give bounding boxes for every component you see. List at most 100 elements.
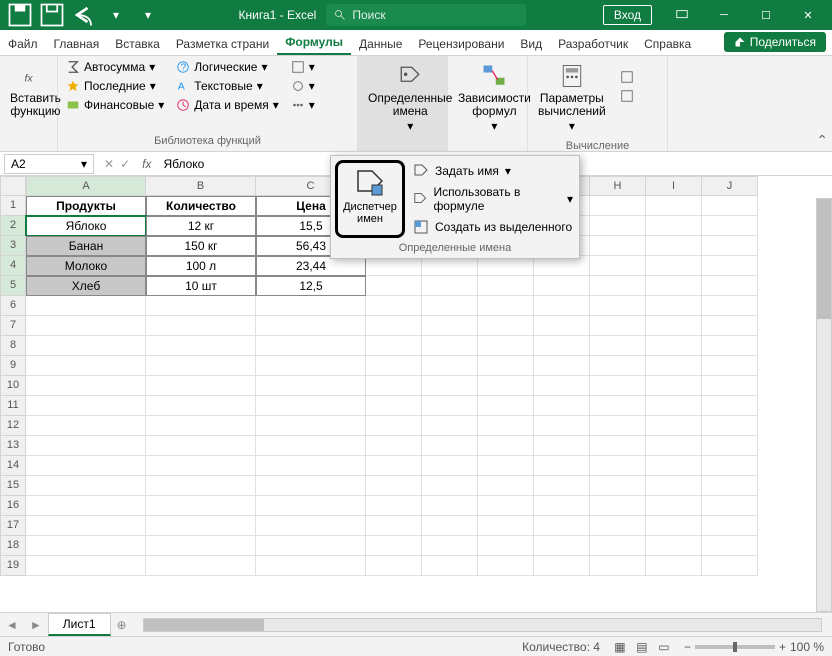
cell[interactable] [366,556,422,576]
cell[interactable] [702,456,758,476]
cell[interactable] [478,276,534,296]
cell[interactable] [366,296,422,316]
cell[interactable]: Продукты [26,196,146,216]
cell[interactable] [590,516,646,536]
cell[interactable] [256,536,366,556]
row-header[interactable]: 14 [0,456,26,476]
close-icon[interactable]: ✕ [788,0,828,30]
cell[interactable] [590,256,646,276]
cell[interactable]: 12 кг [146,216,256,236]
cell[interactable] [422,376,478,396]
cell[interactable] [256,396,366,416]
cell[interactable] [646,296,702,316]
name-manager-button[interactable]: Диспетчер имен [335,160,405,238]
cell[interactable] [534,296,590,316]
search-box[interactable]: Поиск [326,4,526,26]
cell[interactable] [422,296,478,316]
login-button[interactable]: Вход [603,5,652,25]
cell[interactable] [146,296,256,316]
cell[interactable] [646,236,702,256]
cell[interactable] [590,196,646,216]
scroll-thumb[interactable] [817,199,831,319]
cell[interactable] [422,276,478,296]
cell[interactable] [702,336,758,356]
add-sheet-icon[interactable]: ⊕ [111,618,133,632]
cell[interactable] [590,216,646,236]
cancel-icon[interactable]: ✕ [104,157,114,171]
row-header[interactable]: 18 [0,536,26,556]
cell[interactable] [256,436,366,456]
menu-file[interactable]: Файл [0,33,46,55]
cell[interactable] [146,476,256,496]
cell[interactable] [534,276,590,296]
row-header[interactable]: 12 [0,416,26,436]
cell[interactable] [146,416,256,436]
save-icon[interactable] [38,1,66,29]
cell[interactable] [146,496,256,516]
cell[interactable] [534,376,590,396]
cell[interactable] [702,396,758,416]
cell[interactable] [366,256,422,276]
cell[interactable] [478,436,534,456]
cell[interactable] [646,396,702,416]
ribbon-options-icon[interactable] [662,0,702,30]
cell[interactable] [256,296,366,316]
cell[interactable] [478,316,534,336]
cell[interactable] [702,536,758,556]
select-all-corner[interactable] [0,176,26,196]
cell[interactable] [646,256,702,276]
cell[interactable] [702,356,758,376]
cell[interactable] [534,256,590,276]
cell[interactable] [534,336,590,356]
fx-icon[interactable]: fx [142,157,151,171]
cell[interactable] [646,376,702,396]
cell[interactable] [590,436,646,456]
scroll-thumb[interactable] [144,619,264,631]
cell[interactable]: 150 кг [146,236,256,256]
cell[interactable] [478,536,534,556]
cell[interactable] [702,296,758,316]
cell[interactable] [590,496,646,516]
cell[interactable] [646,476,702,496]
cell[interactable] [422,316,478,336]
cell[interactable] [478,416,534,436]
lookup-button[interactable]: ▾ [287,58,319,76]
row-header[interactable]: 17 [0,516,26,536]
cell[interactable] [478,476,534,496]
menu-home[interactable]: Главная [46,33,108,55]
menu-insert[interactable]: Вставка [107,33,168,55]
cell[interactable] [256,336,366,356]
row-header[interactable]: 8 [0,336,26,356]
datetime-button[interactable]: Дата и время ▾ [172,96,282,114]
cell[interactable] [146,336,256,356]
cell[interactable] [422,536,478,556]
recent-button[interactable]: Последние ▾ [62,77,168,95]
cell[interactable] [146,376,256,396]
row-header[interactable]: 4 [0,256,26,276]
cell[interactable] [422,396,478,416]
cell[interactable] [646,456,702,476]
cell[interactable] [590,336,646,356]
cell[interactable] [702,416,758,436]
cell[interactable] [646,416,702,436]
cell[interactable] [422,496,478,516]
cell[interactable] [26,436,146,456]
view-break-icon[interactable]: ▭ [654,639,674,655]
cell[interactable]: Яблоко [26,216,146,236]
row-header[interactable]: 2 [0,216,26,236]
zoom-out-icon[interactable]: − [684,640,691,654]
autosave-icon[interactable] [6,1,34,29]
cell[interactable] [590,456,646,476]
cell[interactable] [534,416,590,436]
set-name-button[interactable]: Задать имя ▾ [411,160,575,182]
maximize-icon[interactable]: ☐ [746,0,786,30]
menu-review[interactable]: Рецензировани [410,33,512,55]
cell[interactable] [702,476,758,496]
cell[interactable] [478,376,534,396]
cell[interactable] [366,476,422,496]
cell[interactable] [478,356,534,376]
cell[interactable] [702,236,758,256]
cell[interactable]: Хлеб [26,276,146,296]
cell[interactable] [534,356,590,376]
view-page-icon[interactable]: ▤ [632,639,652,655]
